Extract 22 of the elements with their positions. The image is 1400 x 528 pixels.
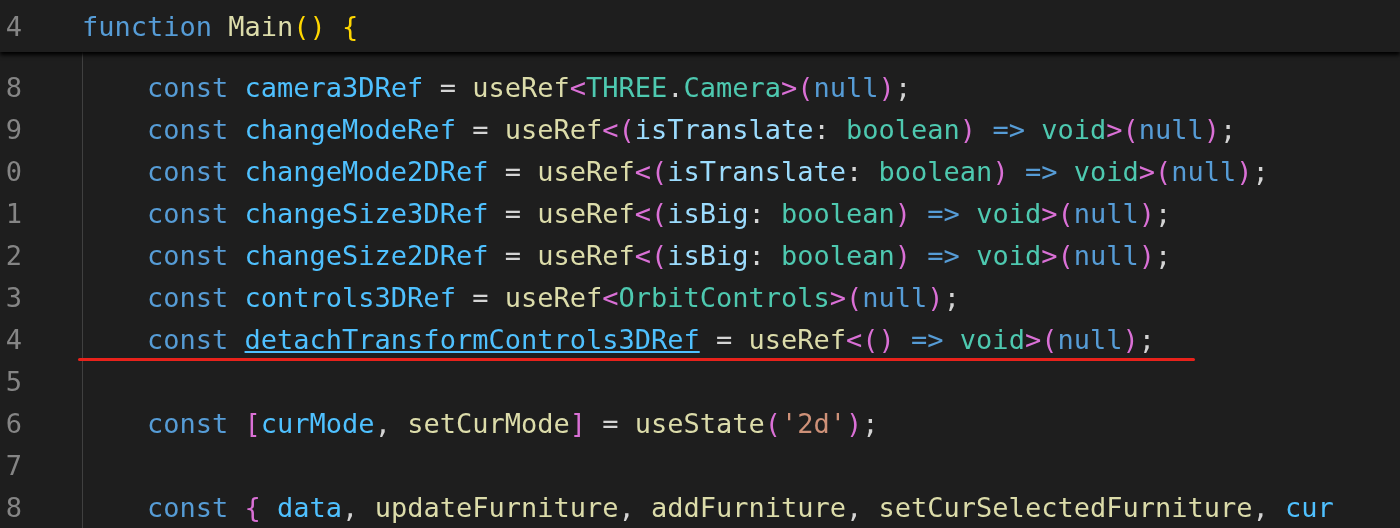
code-line: const changeSize2DRef = useRef<(isBig: boolean) => void>(null);: [146, 239, 1172, 271]
line-number: 9: [4, 113, 22, 145]
code-line: const camera3DRef = useRef<THREE.Camera>(null);: [146, 71, 912, 103]
line-number: 4: [4, 10, 22, 42]
line-number: 8: [4, 491, 22, 523]
line-number: 1: [4, 197, 22, 229]
code-line: function Main() {: [82, 10, 359, 42]
line-number: 6: [4, 407, 22, 439]
line-number: 8: [4, 71, 22, 103]
code-line: const changeModeRef = useRef<(isTranslate: boolean) => void>(null);: [146, 113, 1237, 145]
code-line: const changeSize3DRef = useRef<(isBig: boolean) => void>(null);: [146, 197, 1172, 229]
line-number: 2: [4, 239, 22, 271]
line-number: 5: [4, 365, 22, 397]
code-line: const [curMode, setCurMode] = useState('2d');: [146, 407, 879, 439]
line-number: 0: [4, 155, 22, 187]
code-line: const { data, updateFurniture, addFurniture, setCurSelectedFurniture, cur: [146, 491, 1334, 523]
code-line: const controls3DRef = useRef<OrbitControls>(null);: [146, 281, 960, 313]
code-line: const detachTransformControls3DRef = useRef<() => void>(null);: [82, 323, 1155, 355]
line-number: 4: [4, 323, 22, 355]
line-number: 3: [4, 281, 22, 313]
line-number: 7: [4, 449, 22, 481]
code-line: const changeMode2DRef = useRef<(isTranslate: boolean) => void>(null);: [146, 155, 1269, 187]
